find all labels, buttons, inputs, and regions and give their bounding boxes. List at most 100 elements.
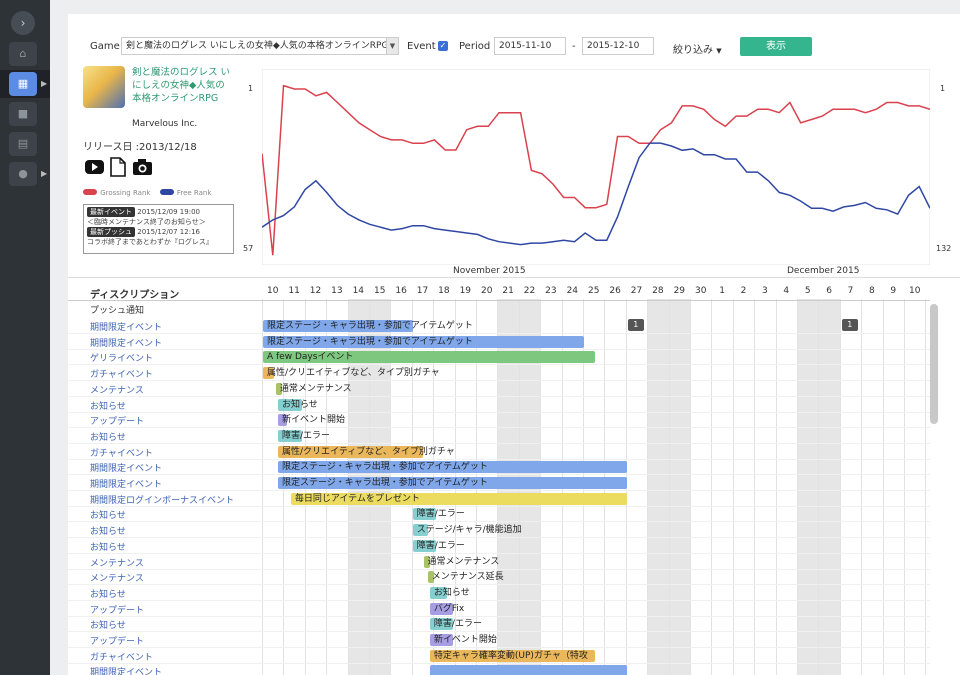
row-label[interactable]: メンテナンス [90,556,144,569]
latest-push-line[interactable]: 最新プッシュ 2015/12/07 12:16 [87,227,230,237]
event-bar[interactable]: バグFix [429,602,464,615]
game-title[interactable]: 剣と魔法のログレス いにしえの女神◆人気の本格オンラインRPG [132,66,232,105]
row-label[interactable]: お知らせ [90,618,126,631]
document-icon[interactable]: ▤ [9,132,37,156]
left-axis-top: 1 [248,84,254,93]
event-bar[interactable]: 特定キャラ確率変動(UP)ガチャ（特攻 [429,649,595,662]
push-count-badge[interactable]: 1 [627,319,644,331]
date-to-input[interactable]: 2015-12-10 [582,37,654,55]
event-bar[interactable]: A few Daysイベント [263,351,595,364]
rank-chart [262,69,930,265]
row-label[interactable]: 期間限定イベント [90,477,162,490]
event-checkbox[interactable]: ✓ [438,41,448,51]
event-bar[interactable]: お知らせ [277,398,318,411]
row-label[interactable]: ゲリライベント [90,351,153,364]
day-gridline [797,299,798,675]
day-label: 3 [762,286,768,296]
row-label[interactable]: 期間限定イベント [90,665,162,675]
youtube-icon[interactable] [85,160,104,174]
latest-event-line[interactable]: 最新イベント 2015/12/09 19:00 [87,207,230,217]
event-bar[interactable]: 通常メンテナンス [423,555,499,568]
row-label[interactable]: アップデート [90,603,144,616]
row-label[interactable]: ガチャイベント [90,446,153,459]
day-label: 10 [908,286,921,296]
row-label[interactable]: メンテナンス [90,571,144,584]
day-label: 26 [609,286,621,296]
day-gridline [754,299,756,675]
event-bar[interactable]: 障害/エラー [429,618,482,631]
row-divider [68,333,930,334]
push-count-badge[interactable]: 1 [841,319,858,331]
row-label[interactable]: アップデート [90,634,144,647]
row-label[interactable]: メンテナンス [90,383,144,396]
day-gridline [925,299,927,675]
day-gridline [647,299,649,675]
event-bar[interactable]: 障害/エラー [277,429,330,442]
scrollbar-thumb[interactable] [930,304,938,424]
event-bar[interactable]: 新イベント開始 [277,414,345,427]
event-bar[interactable]: 限定ステージ・キャラ出現・参加でアイテムゲット [277,477,627,489]
row-label[interactable]: アップデート [90,414,144,427]
row-label[interactable]: お知らせ [90,399,126,412]
month-label-december: December 2015 [787,266,860,276]
event-bar[interactable]: 障害/エラー [412,508,465,521]
row-label[interactable]: お知らせ [90,430,126,443]
filter-label: 絞り込み [673,45,713,56]
event-bar[interactable]: メンテナンス延長 [427,571,504,584]
calendar-icon[interactable]: ▦ [9,72,37,96]
event-bar[interactable]: 限定ステージ・キャラ出現・参加でアイテムゲット [277,461,627,474]
row-label[interactable]: 期間限定イベント [90,336,162,349]
camera-icon[interactable] [133,159,152,175]
game-select-value: 剣と魔法のログレス いにしえの女神◆人気の本格オンラインRPG [126,41,389,51]
day-label: 24 [566,286,579,296]
game-select[interactable]: 剣と魔法のログレス いにしえの女神◆人気の本格オンラインRPG ▼ [121,37,399,55]
event-bar[interactable]: お知らせ [429,586,470,599]
period-label: Period [459,41,491,52]
show-button[interactable]: 表示 [740,37,812,56]
event-bar[interactable]: 限定ステージ・キャラ出現・参加でアイテムゲット [263,320,473,332]
user-icon[interactable]: ● [9,162,37,186]
row-label[interactable]: ガチャイベント [90,367,153,380]
event-bar[interactable]: 限定ステージ・キャラ出現・参加でアイテムゲット [263,335,584,348]
event-bar[interactable]: ステージ/キャラ/機能追加 [412,524,522,537]
day-gridline [775,299,777,675]
video-icon[interactable]: ■ [9,102,37,126]
weekend-column [818,299,840,675]
event-label: Event [407,41,436,52]
row-divider [68,647,930,648]
day-gridline [861,299,863,675]
collapse-toggle-icon[interactable]: › [11,11,35,35]
day-label: 25 [587,286,600,296]
event-bar[interactable]: 属性/クリエイティブなど、タイプ別ガチャ [263,367,440,380]
row-divider [68,364,930,366]
row-label[interactable]: お知らせ [90,524,126,537]
document-icon[interactable] [110,157,126,177]
event-bar[interactable]: 属性/クリエイティブなど、タイプ別ガチャ [277,445,455,458]
day-gridline [711,299,713,675]
filter-dropdown[interactable]: 絞り込み ▼ [673,41,722,56]
main-panel: Game 剣と魔法のログレス いにしえの女神◆人気の本格オンラインRPG ▼ E… [68,14,960,675]
row-label[interactable]: 期間限定イベント [90,461,162,474]
row-label[interactable]: お知らせ [90,540,126,553]
event-bar[interactable] [429,665,627,675]
event-bar[interactable]: 障害/エラー [412,539,465,552]
timeline-divider [68,277,960,278]
latest-info-box: 最新イベント 2015/12/09 19:00 ＜臨時メンテナンス終了のお知らせ… [83,204,234,254]
home-icon[interactable]: ⌂ [9,42,37,66]
day-label: 15 [373,286,386,296]
row-label[interactable]: お知らせ [90,508,126,521]
row-label[interactable]: ガチャイベント [90,650,153,663]
latest-push-text: コラボ終了まであとわずか『ログレス』 [87,238,213,246]
row-divider [68,599,930,601]
row-label[interactable]: 期間限定イベント [90,320,162,333]
sidebar: › ⌂ ▦ ▶ ■ ▤ ● ▶ [0,0,50,675]
date-from-input[interactable]: 2015-11-10 [494,37,566,55]
row-label[interactable]: 期間限定ログインボーナスイベント [90,493,234,506]
day-label: 23 [545,286,557,296]
event-bar[interactable]: 通常メンテナンス [275,382,352,395]
event-bar[interactable]: 新イベント開始 [429,634,497,646]
event-bar[interactable]: 毎日同じアイテムをプレゼント [290,492,627,505]
right-axis-top: 1 [940,84,946,93]
month-label-november: November 2015 [453,266,526,276]
row-label[interactable]: お知らせ [90,587,126,600]
